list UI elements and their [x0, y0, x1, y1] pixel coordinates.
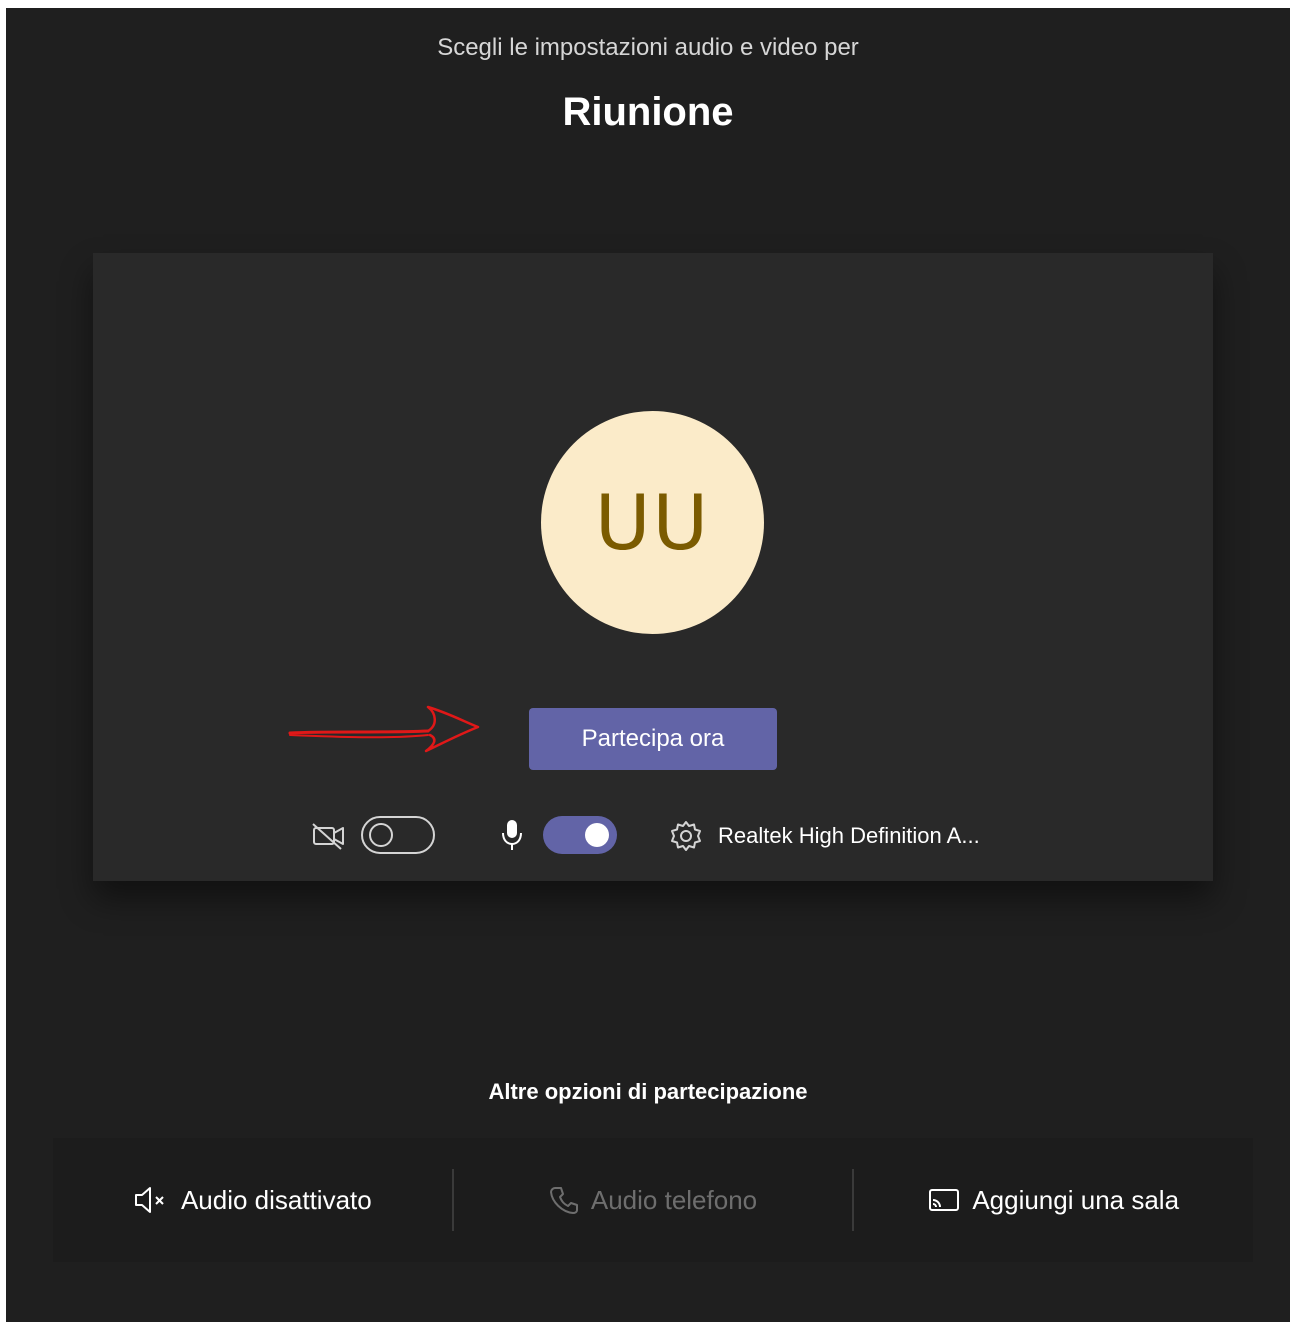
cast-icon — [929, 1189, 960, 1211]
speaker-muted-icon — [134, 1187, 164, 1213]
meeting-title: Riunione — [562, 90, 734, 134]
page-subtitle: Scegli le impostazioni audio e video per — [437, 34, 859, 61]
video-off-icon — [312, 823, 344, 850]
audio-off-option[interactable]: Audio disattivato — [53, 1138, 452, 1262]
avatar-initials: UU — [594, 478, 711, 567]
other-options-heading: Altre opzioni di partecipazione — [488, 1079, 808, 1104]
avatar: UU — [541, 411, 764, 634]
camera-toggle-knob — [369, 823, 393, 847]
gear-icon[interactable] — [669, 819, 703, 853]
microphone-toggle-knob — [585, 823, 609, 847]
phone-icon — [549, 1187, 578, 1214]
other-options-bar: Audio disattivato Audio telefono Aggiung… — [53, 1138, 1253, 1262]
annotation-arrow — [288, 705, 480, 753]
phone-audio-label: Audio telefono — [590, 1184, 758, 1215]
pre-join-screen: Scegli le impostazioni audio e video per… — [6, 8, 1290, 1322]
join-now-button[interactable]: Partecipa ora — [529, 708, 777, 770]
add-room-option[interactable]: Aggiungi una sala — [854, 1138, 1253, 1262]
camera-toggle[interactable] — [361, 816, 435, 854]
audio-off-label: Audio disattivato — [180, 1184, 372, 1215]
microphone-icon — [502, 820, 522, 850]
microphone-toggle[interactable] — [543, 816, 617, 854]
add-room-label: Aggiungi una sala — [972, 1184, 1180, 1215]
phone-audio-option: Audio telefono — [454, 1138, 853, 1262]
audio-device-label[interactable]: Realtek High Definition A... — [718, 823, 980, 849]
device-controls: Realtek High Definition A... — [93, 813, 1213, 859]
video-preview-panel: UU Partecipa ora Realtek High Definition… — [93, 253, 1213, 881]
